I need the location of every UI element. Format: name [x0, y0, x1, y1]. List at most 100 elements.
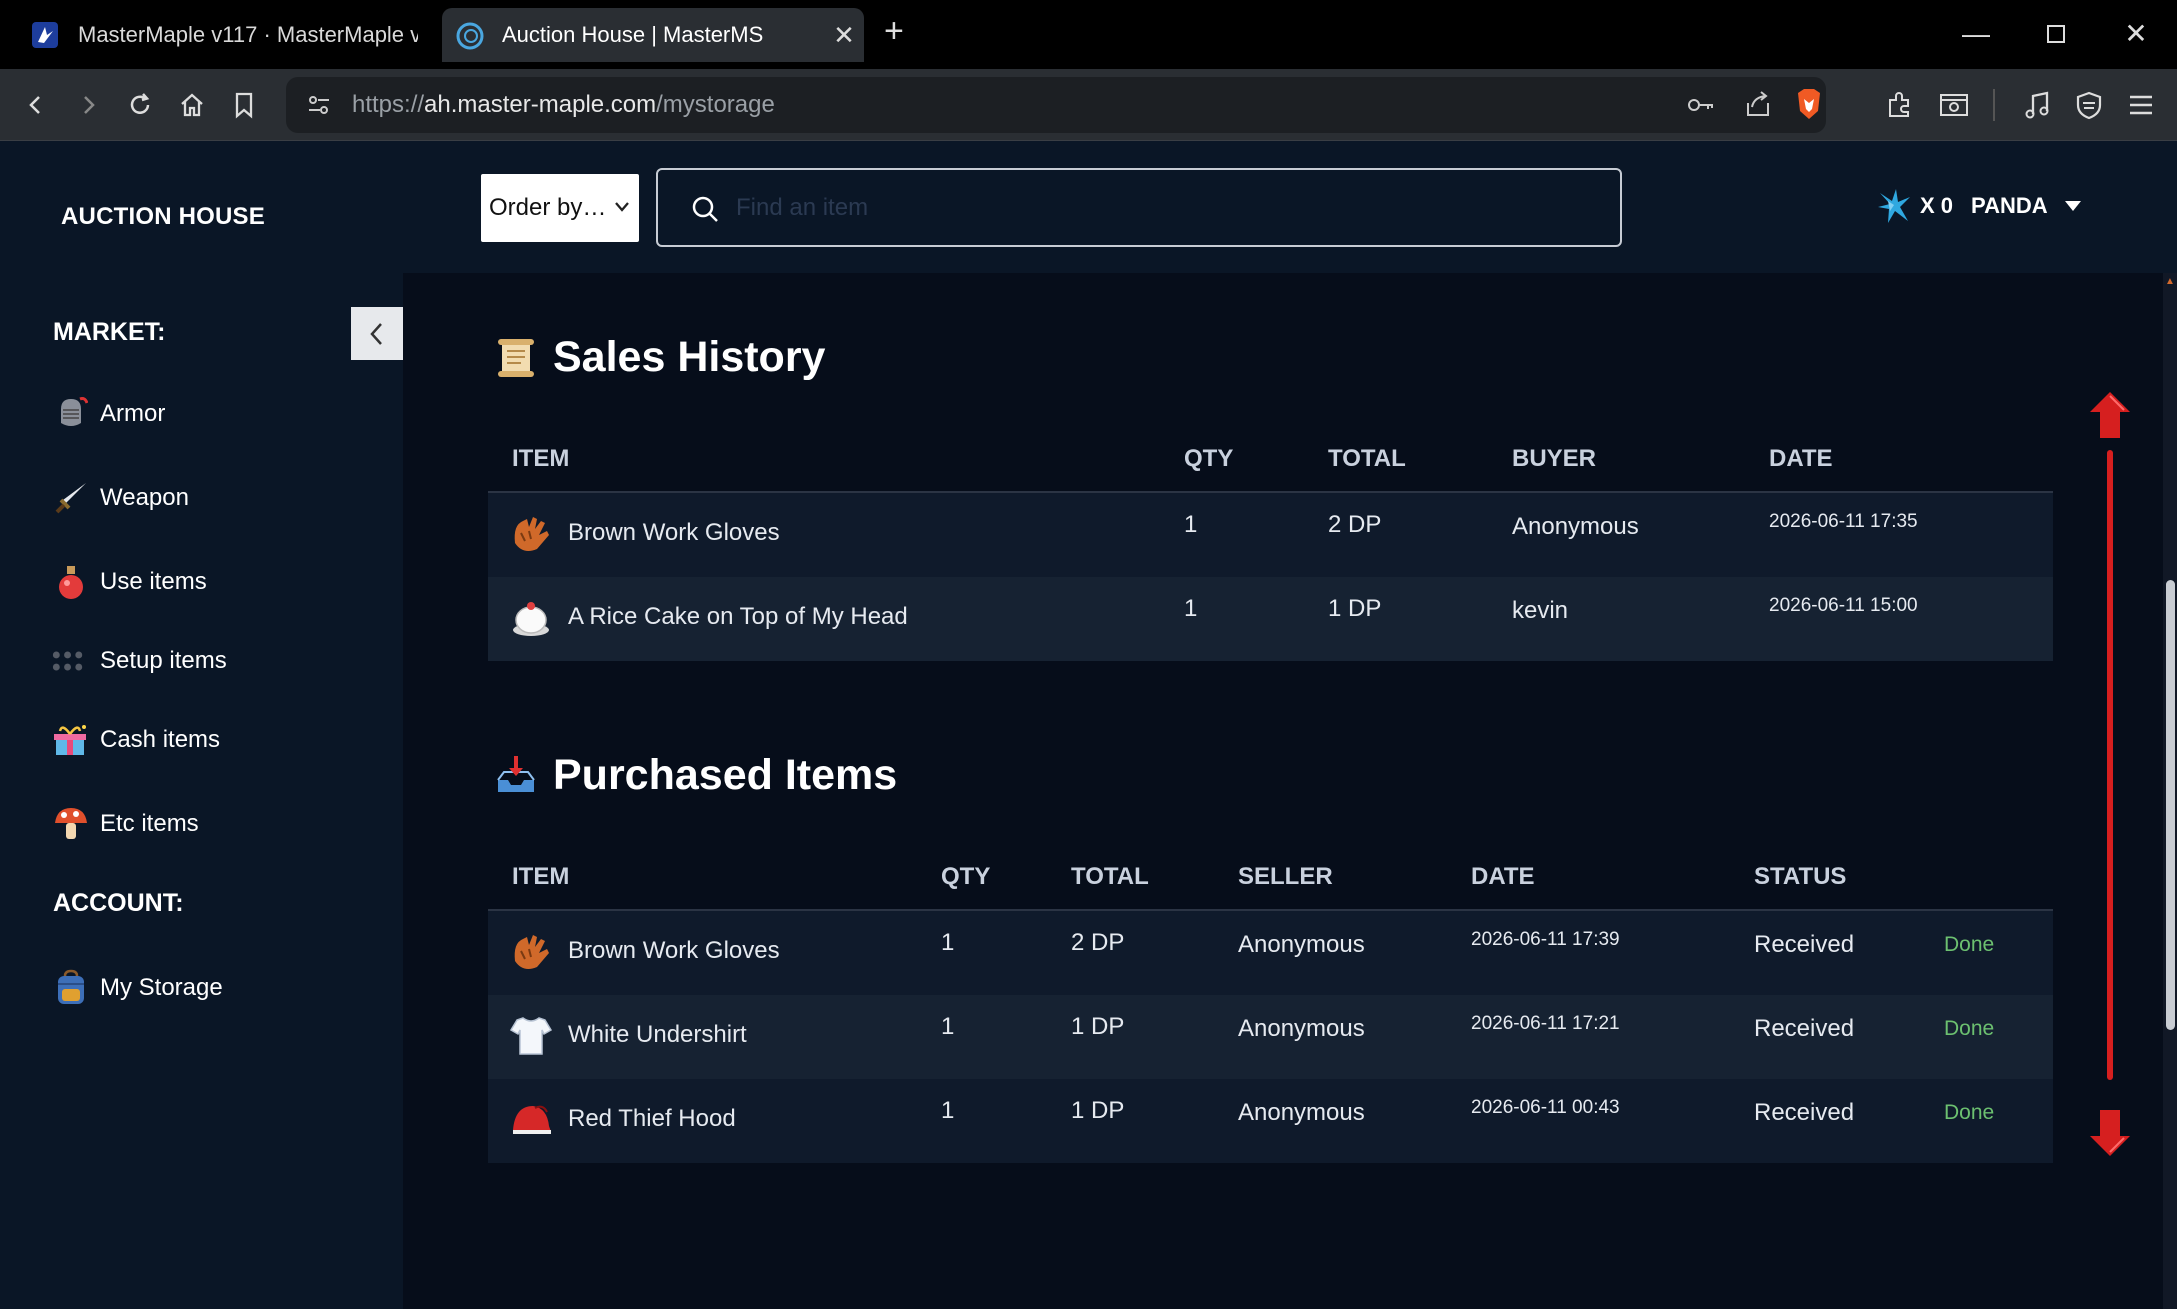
col-seller: SELLER: [1238, 863, 1333, 890]
username: PANDA: [1971, 193, 2048, 218]
home-icon[interactable]: [170, 83, 214, 127]
col-qty: QTY: [941, 863, 991, 890]
currency-star-icon: [1878, 189, 1910, 223]
maximize-icon[interactable]: [2036, 14, 2076, 54]
scrollbar-thumb[interactable]: [2166, 580, 2175, 1030]
seller: Anonymous: [1238, 931, 1365, 958]
page-header: Order by… Find an item X 0 PANDA: [403, 141, 2177, 273]
col-date: DATE: [1769, 445, 1833, 472]
table-row[interactable]: Brown Work Gloves 1 2 DP Anonymous 2026-…: [488, 911, 2053, 995]
item-name: Red Thief Hood: [568, 1105, 736, 1132]
scroll-to-top-arrow-icon[interactable]: [2088, 390, 2132, 445]
mastermaple-favicon-icon: [32, 22, 58, 48]
back-icon[interactable]: [14, 83, 58, 127]
total: 2 DP: [1328, 511, 1382, 538]
tab-auction-house[interactable]: Auction House | MasterMS ✕: [442, 8, 864, 62]
page-title: Sales History: [553, 333, 826, 381]
scroll-track-line: [2107, 450, 2113, 1080]
minimize-icon[interactable]: —: [1956, 14, 1996, 54]
sidebar-item-cash-items[interactable]: Cash items: [52, 718, 220, 762]
market-heading: MARKET:: [53, 318, 166, 346]
table-row[interactable]: White Undershirt 1 1 DP Anonymous 2026-0…: [488, 995, 2053, 1079]
password-key-icon[interactable]: [1686, 93, 1716, 122]
url-path: /mystorage: [656, 91, 775, 118]
sidebar-item-setup-items[interactable]: Setup items: [52, 639, 227, 683]
menu-icon[interactable]: [2119, 83, 2163, 127]
url-scheme: https://: [352, 91, 425, 118]
date: 2026-06-11 15:00: [1769, 595, 1918, 616]
table-row[interactable]: A Rice Cake on Top of My Head 1 1 DP kev…: [488, 577, 2053, 661]
buyer: Anonymous: [1512, 513, 1639, 540]
scroll-up-icon[interactable]: ▲: [2163, 276, 2177, 287]
bookmark-icon[interactable]: [222, 83, 266, 127]
new-tab-icon[interactable]: +: [884, 12, 904, 51]
inbox-tray-icon: [493, 753, 539, 799]
search-icon: [692, 196, 718, 222]
sidebar-item-etc-items[interactable]: Etc items: [52, 802, 199, 846]
total: 1 DP: [1071, 1097, 1125, 1124]
sidebar-item-weapon[interactable]: Weapon: [52, 476, 189, 520]
order-by-select[interactable]: Order by…: [481, 174, 639, 242]
share-icon[interactable]: [1744, 89, 1772, 124]
gift-icon: [52, 721, 90, 759]
done-link[interactable]: Done: [1944, 933, 1994, 957]
brave-shields-icon[interactable]: [1794, 87, 1824, 126]
sidebar-item-label: Use items: [100, 568, 207, 595]
user-menu[interactable]: X 0 PANDA: [1876, 187, 2082, 225]
reload-icon[interactable]: [118, 83, 162, 127]
gloves-icon: [508, 929, 554, 975]
table-row[interactable]: Red Thief Hood 1 1 DP Anonymous 2026-06-…: [488, 1079, 2053, 1163]
currency-count: X 0: [1920, 193, 1954, 218]
qty: 1: [941, 929, 955, 956]
status: Received: [1754, 1015, 1855, 1042]
sidebar-item-label: Setup items: [100, 647, 227, 674]
sidebar-item-label: Armor: [100, 400, 166, 427]
sidebar-item-use-items[interactable]: Use items: [52, 560, 207, 604]
total: 1 DP: [1328, 595, 1382, 622]
forward-icon[interactable]: [66, 83, 110, 127]
col-total: TOTAL: [1071, 863, 1149, 890]
extensions-icon[interactable]: [1878, 83, 1922, 127]
media-icon[interactable]: [2015, 83, 2059, 127]
item-name: A Rice Cake on Top of My Head: [568, 603, 908, 630]
seller: Anonymous: [1238, 1099, 1365, 1126]
search-input[interactable]: Find an item: [656, 168, 1622, 247]
scroll-to-bottom-arrow-icon[interactable]: [2088, 1108, 2132, 1163]
sword-icon: [52, 479, 90, 517]
date: 2026-06-11 17:39: [1471, 929, 1620, 950]
scroll-icon: [493, 335, 539, 381]
date: 2026-06-11 00:43: [1471, 1097, 1620, 1118]
col-status: STATUS: [1754, 863, 1847, 890]
dots-icon: [52, 642, 90, 680]
browser-toolbar: https://ah.master-maple.com/mystorage: [0, 69, 2177, 141]
brand-title[interactable]: AUCTION HOUSE: [61, 203, 265, 231]
caret-down-icon: [2064, 201, 2081, 211]
done-link[interactable]: Done: [1944, 1017, 1994, 1041]
sidebar-item-my-storage[interactable]: My Storage: [52, 966, 223, 1010]
collapse-sidebar-button[interactable]: [351, 307, 403, 360]
close-window-icon[interactable]: ✕: [2116, 14, 2156, 54]
site-settings-icon[interactable]: [306, 93, 332, 122]
qty: 1: [1184, 595, 1198, 622]
done-link[interactable]: Done: [1944, 1101, 1994, 1125]
qty: 1: [941, 1013, 955, 1040]
potion-icon: [52, 563, 90, 601]
sidebar-item-armor[interactable]: Armor: [52, 392, 165, 436]
sidebar: AUCTION HOUSE MARKET: Armor Weapon Use i…: [0, 141, 403, 1309]
close-tab-icon[interactable]: ✕: [824, 20, 864, 51]
item-name: Brown Work Gloves: [568, 937, 780, 964]
vpn-shield-icon[interactable]: [2067, 83, 2111, 127]
tab-title: MasterMaple v117 · MasterMaple v117: [78, 22, 418, 47]
main-content: Sales History ITEM QTY TOTAL BUYER DATE …: [403, 273, 2163, 1309]
table-row[interactable]: Brown Work Gloves 1 2 DP Anonymous 2026-…: [488, 493, 2053, 577]
seller: Anonymous: [1238, 1015, 1365, 1042]
address-bar[interactable]: https://ah.master-maple.com/mystorage: [286, 77, 1826, 133]
purchased-items-heading: Purchased Items: [493, 751, 897, 800]
tab-mastermaple[interactable]: MasterMaple v117 · MasterMaple v117: [18, 8, 418, 62]
sidebar-item-label: My Storage: [100, 974, 223, 1001]
tab-title: Auction House | MasterMS: [502, 22, 764, 47]
item-name: White Undershirt: [568, 1021, 747, 1048]
gloves-icon: [508, 511, 554, 557]
date: 2026-06-11 17:21: [1471, 1013, 1620, 1034]
reader-mode-icon[interactable]: [1932, 83, 1976, 127]
